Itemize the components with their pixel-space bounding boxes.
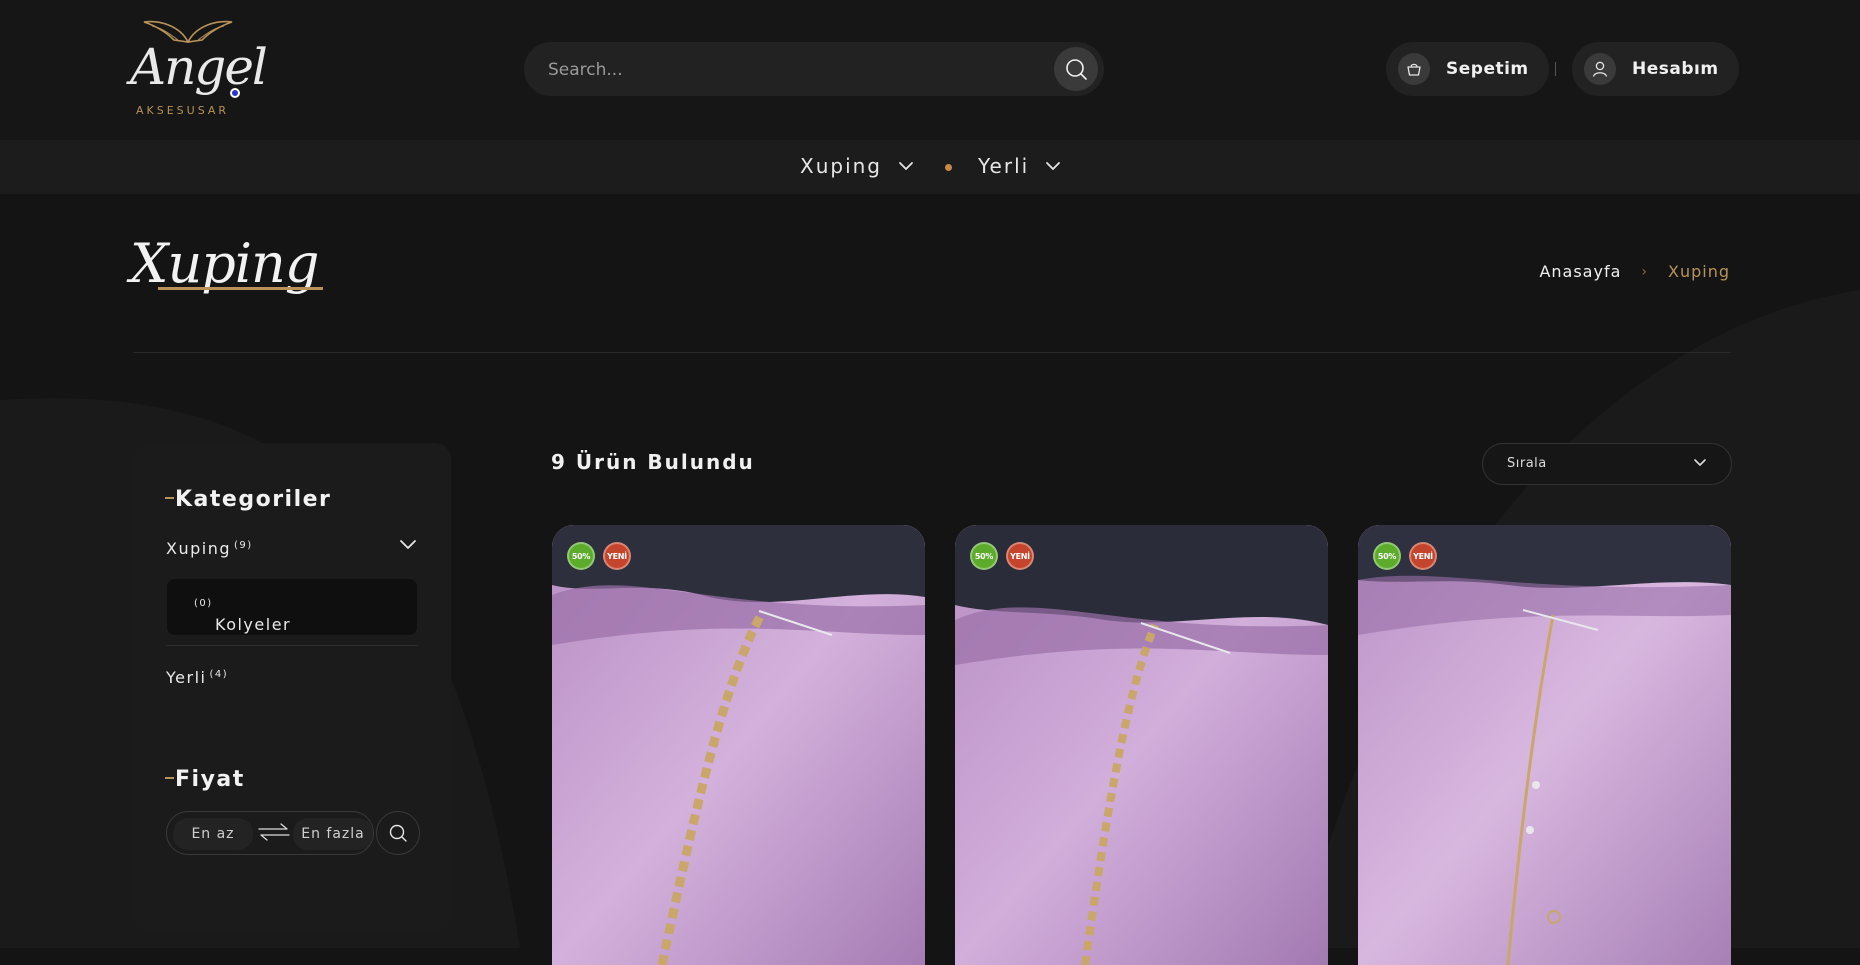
chevron-down-icon[interactable] [399,539,417,551]
categories-heading: Kategoriler [165,487,331,512]
title-underline [158,287,323,290]
search-button[interactable] [1054,47,1098,91]
heading-dash [165,497,174,499]
swap-arrows-icon [258,823,290,841]
chevron-down-icon [899,162,913,170]
nav-separator-dot [945,164,952,171]
product-card[interactable]: 50% YENİ [955,525,1328,965]
sale-badge: 50% [567,542,595,570]
site-header: Angel AKSESUSAR Sepetim Hesab [0,0,1860,140]
breadcrumb-home[interactable]: Anasayfa [1539,262,1621,281]
basket-icon [1398,53,1430,85]
price-search-button[interactable] [376,811,420,855]
user-icon [1584,53,1616,85]
product-card[interactable]: 50% YENİ [1358,525,1731,965]
category-xuping[interactable]: Xuping (9) [166,539,253,558]
breadcrumb: Anasayfa › Xuping [1539,262,1730,281]
category-label: Yerli [166,668,207,687]
chevron-down-icon [1046,162,1061,170]
category-count: (9) [234,539,253,551]
cart-button[interactable]: Sepetim [1386,42,1549,96]
search-bar [524,42,1104,96]
new-badge: YENİ [1409,542,1437,570]
price-min-input[interactable] [173,818,253,850]
price-max-input[interactable] [293,818,373,850]
price-range [166,811,374,855]
page-title: Xuping [130,232,319,295]
product-image[interactable] [1358,525,1731,965]
sort-label: Sırala [1507,456,1547,471]
category-yerli[interactable]: Yerli (4) [166,668,228,687]
product-image[interactable] [955,525,1328,965]
new-badge: YENİ [1006,542,1034,570]
search-icon [1066,59,1087,80]
sale-badge: 50% [1373,542,1401,570]
cart-label: Sepetim [1446,59,1529,79]
breadcrumb-separator: › [1641,263,1648,280]
breadcrumb-current: Xuping [1668,262,1730,281]
site-logo[interactable]: Angel AKSESUSAR [130,14,268,120]
nav-item-yerli[interactable]: Yerli [978,154,1061,178]
nav-item-label: Yerli [978,154,1030,178]
category-label: Kolyeler [215,615,292,634]
category-divider [166,645,418,646]
header-separator [1555,62,1556,76]
product-image[interactable] [552,525,925,965]
logo-evil-eye-icon [230,88,240,98]
logo-subtext: AKSESUSAR [136,104,230,117]
search-input[interactable] [546,56,1030,84]
category-count: (4) [209,668,229,680]
subcategory-kolyeler[interactable]: Kolyeler (0) [167,579,417,635]
category-label: Xuping [166,539,231,558]
new-badge: YENİ [603,542,631,570]
account-label: Hesabım [1632,59,1719,79]
nav-item-xuping[interactable]: Xuping [800,154,914,178]
account-button[interactable]: Hesabım [1572,42,1739,96]
filter-sidebar: Kategoriler Xuping (9) Kolyeler (0) Yerli(… [133,443,451,931]
search-icon [389,824,407,842]
main-navigation: Xuping Yerli [0,140,1860,194]
price-heading: Fiyat [165,767,245,792]
chevron-down-icon [1694,459,1706,466]
nav-item-label: Xuping [800,154,882,178]
product-count: 9 Ürün Bulundu [551,450,755,474]
logo-text: Angel [130,38,268,96]
section-divider [133,352,1731,353]
heading-dash [165,777,174,779]
product-card[interactable]: 50% YENİ [552,525,925,965]
sale-badge: 50% [970,542,998,570]
category-count: (0) [194,597,213,609]
sort-dropdown[interactable]: Sırala [1482,443,1732,485]
